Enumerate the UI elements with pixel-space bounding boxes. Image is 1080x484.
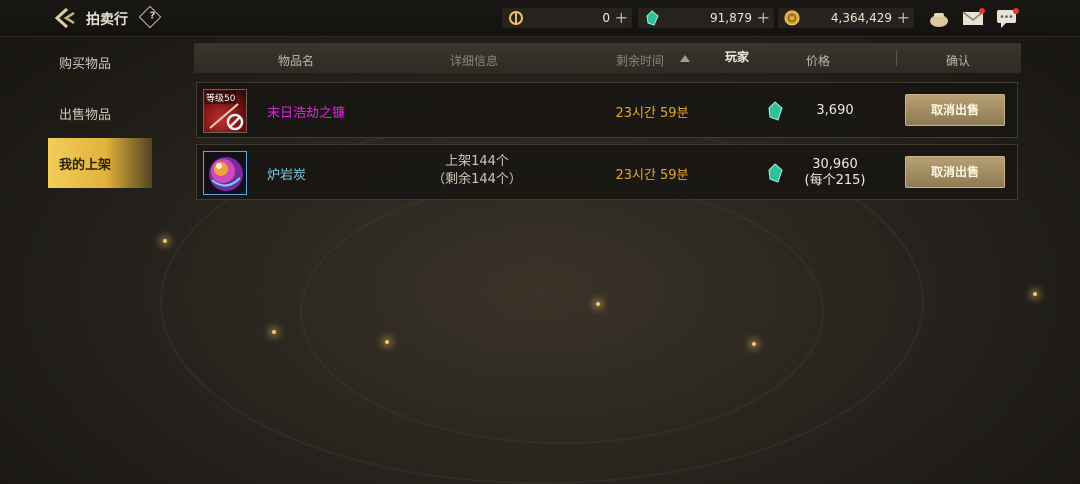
notification-dot: [979, 8, 985, 14]
listing-detail: 上架144个 （剩余144个）: [407, 153, 547, 189]
gem-icon: [768, 163, 783, 183]
currency-gold: 4,364,429 +: [778, 8, 914, 28]
firefly-spark: [1033, 292, 1037, 296]
price-block: 30,960 (每个215): [797, 157, 873, 189]
firefly-spark: [385, 340, 389, 344]
page-title: 拍卖行: [86, 12, 128, 28]
column-name[interactable]: 物品名: [278, 52, 314, 69]
item-icon[interactable]: 等级50: [203, 89, 247, 133]
price-value: 30,960: [812, 157, 858, 172]
background-branch: [300, 180, 824, 444]
firefly-spark: [752, 342, 756, 346]
firefly-spark: [596, 302, 600, 306]
item-icon[interactable]: [203, 151, 247, 195]
currency-value: 4,364,429: [830, 11, 892, 25]
table-row[interactable]: 炉岩炭 上架144个 （剩余144个） 23시간 59분 30,960 (每个2…: [196, 144, 1018, 200]
sidebar-item-label: 我的上架: [59, 158, 112, 173]
chat-button[interactable]: [996, 7, 1019, 29]
add-gem-button[interactable]: +: [757, 8, 770, 27]
gem-icon: [646, 10, 659, 26]
scythe-icon: [209, 103, 244, 131]
sidebar-item-my-listings[interactable]: 我的上架: [48, 138, 152, 188]
column-price[interactable]: 价格: [806, 52, 830, 69]
sidebar-item-buy[interactable]: 购买物品: [48, 37, 152, 87]
unit-price: (每个215): [804, 173, 866, 188]
gem-icon: [768, 101, 783, 121]
firefly-spark: [163, 239, 167, 243]
currency-value: 91,879: [710, 11, 752, 25]
column-divider: [896, 50, 897, 66]
cancel-sale-button[interactable]: 取消出售: [905, 156, 1005, 188]
column-player[interactable]: 玩家: [725, 48, 749, 65]
price-value: 3,690: [816, 103, 854, 118]
sidebar-item-sell[interactable]: 出售物品: [48, 88, 152, 138]
firefly-spark: [272, 330, 276, 334]
sidebar-item-label: 购买物品: [59, 57, 112, 72]
storage-button[interactable]: [928, 7, 950, 29]
gold-coin-icon: [784, 10, 800, 26]
back-button[interactable]: [54, 7, 78, 29]
column-detail: 详细信息: [450, 54, 499, 68]
coupon-icon: [509, 11, 523, 25]
add-coupon-button[interactable]: +: [615, 8, 628, 27]
mail-button[interactable]: [962, 7, 985, 29]
back-arrow-icon: [54, 7, 75, 29]
cancel-sale-button[interactable]: 取消出售: [905, 94, 1005, 126]
currency-gem: 91,879 +: [638, 8, 774, 28]
sidebar-item-label: 出售物品: [59, 108, 112, 123]
help-button[interactable]: ?: [138, 5, 162, 29]
remaining-time: 23시간 59분: [615, 106, 689, 121]
table-header: 物品名 详细信息 剩余时间 玩家 价格 确认: [194, 43, 1021, 73]
sort-ascending-icon[interactable]: [680, 55, 690, 62]
item-name: 末日浩劫之镰: [267, 106, 346, 121]
column-confirm: 确认: [946, 54, 971, 68]
lava-orb-icon: [209, 157, 243, 191]
question-icon: ?: [149, 10, 156, 22]
remaining-quantity: （剩余144个）: [432, 172, 522, 187]
item-name: 炉岩炭: [267, 168, 307, 183]
currency-coupon: 0 +: [502, 8, 632, 28]
pot-icon: [930, 13, 948, 27]
top-bar: 拍卖行 ? 0 + 91,879 + 4,364,429 +: [0, 0, 1080, 37]
add-gold-button[interactable]: +: [897, 8, 910, 27]
listed-quantity: 上架144个: [445, 154, 509, 169]
column-time[interactable]: 剩余时间: [616, 52, 664, 69]
notification-dot: [1013, 8, 1019, 14]
currency-value: 0: [602, 11, 610, 25]
table-row[interactable]: 等级50 末日浩劫之镰 23시간 59분 3,690 取消出售: [196, 82, 1018, 138]
remaining-time: 23시간 59분: [615, 168, 689, 183]
